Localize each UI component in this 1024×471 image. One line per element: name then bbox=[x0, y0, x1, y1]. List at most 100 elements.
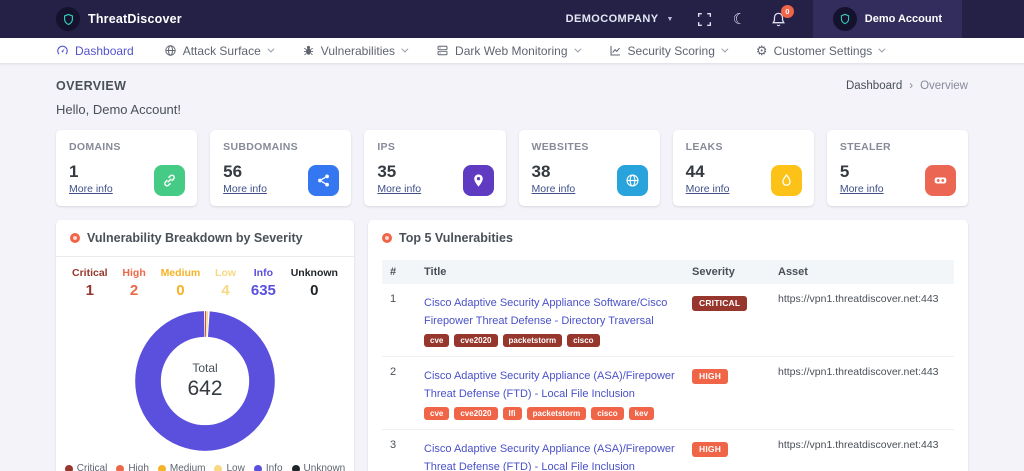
map-pin-icon bbox=[463, 165, 494, 196]
severity-stat-label: High bbox=[122, 267, 145, 279]
main-menu: Dashboard Attack Surface Vulnerabilities Da… bbox=[0, 38, 1024, 63]
severity-stat-value: 1 bbox=[72, 282, 108, 299]
account-menu[interactable]: Demo Account bbox=[813, 0, 962, 38]
page-title: OVERVIEW bbox=[56, 79, 126, 93]
legend-dot-icon bbox=[214, 465, 222, 471]
stat-card-websites: WEBSITES38More info bbox=[519, 130, 660, 206]
breadcrumb-overview: Overview bbox=[920, 80, 968, 92]
tag-badge: cve2020 bbox=[454, 407, 497, 420]
more-info-link[interactable]: More info bbox=[532, 183, 576, 195]
legend-item-unknown[interactable]: Unknown bbox=[292, 463, 346, 471]
menu-item-label: Vulnerabilities bbox=[321, 44, 395, 58]
severity-stat-high: High2 bbox=[122, 267, 145, 299]
chevron-down-icon bbox=[574, 46, 581, 53]
donut-total-label: Total bbox=[187, 361, 222, 375]
table-header-row: #TitleSeverityAsset bbox=[382, 260, 954, 284]
severity-stat-value: 4 bbox=[215, 282, 236, 299]
tag-badge: cve2020 bbox=[454, 334, 497, 347]
column-header-num: # bbox=[390, 266, 416, 278]
menu-item-security-scoring[interactable]: Security Scoring bbox=[609, 44, 726, 58]
more-info-link[interactable]: More info bbox=[377, 183, 421, 195]
menu-item-customer-settings[interactable]: ⚙ Customer Settings bbox=[756, 44, 883, 58]
more-info-link[interactable]: More info bbox=[840, 183, 884, 195]
tag-badge: packetstorm bbox=[527, 407, 587, 420]
mask-icon bbox=[925, 165, 956, 196]
chart-legend: Critical High Medium Low Info Unknown bbox=[56, 457, 354, 471]
table-row: 3 Cisco Adaptive Security Appliance (ASA)… bbox=[382, 430, 954, 471]
more-info-link[interactable]: More info bbox=[223, 183, 267, 195]
brand-shield-icon bbox=[56, 7, 80, 31]
more-info-link[interactable]: More info bbox=[686, 183, 730, 195]
severity-badge: HIGH bbox=[692, 442, 728, 457]
company-name: DEMOCOMPANY bbox=[566, 13, 659, 25]
stat-card-label: LEAKS bbox=[686, 141, 801, 153]
severity-stat-label: Unknown bbox=[291, 267, 338, 279]
moon-icon[interactable]: ☾ bbox=[733, 11, 750, 28]
donut-total-value: 642 bbox=[187, 377, 222, 401]
chevron-down-icon bbox=[401, 46, 408, 53]
breadcrumb-dashboard[interactable]: Dashboard bbox=[846, 80, 902, 92]
menu-item-vulnerabilities[interactable]: Vulnerabilities bbox=[302, 44, 406, 58]
severity-stat-label: Medium bbox=[161, 267, 201, 279]
menu-item-label: Security Scoring bbox=[628, 44, 715, 58]
stat-card-label: STEALER bbox=[840, 141, 955, 153]
severity-stat-critical: Critical 1 bbox=[72, 267, 108, 299]
menu-item-attack-surface[interactable]: Attack Surface bbox=[164, 44, 272, 58]
gauge-icon bbox=[56, 44, 69, 57]
top-vulnerabilities-card: Top 5 Vulnerabities #TitleSeverityAsset … bbox=[368, 220, 968, 471]
severity-badge: HIGH bbox=[692, 369, 728, 384]
legend-item-low[interactable]: Low bbox=[214, 463, 244, 471]
vuln-card-title: Top 5 Vulnerabities bbox=[399, 231, 513, 245]
vulnerability-title-link[interactable]: Cisco Adaptive Security Appliance (ASA)/… bbox=[424, 370, 675, 400]
server-icon bbox=[436, 44, 449, 57]
gear-icon: ⚙ bbox=[756, 44, 768, 57]
severity-donut-chart: Total 642 bbox=[56, 305, 354, 457]
sitemap-icon bbox=[308, 165, 339, 196]
brand[interactable]: ThreatDiscover bbox=[56, 7, 182, 31]
severity-breakdown-card: Vulnerability Breakdown by Severity Crit… bbox=[56, 220, 354, 471]
menu-item-dark-web-monitoring[interactable]: Dark Web Monitoring bbox=[436, 44, 579, 58]
legend-item-info[interactable]: Info bbox=[254, 463, 283, 471]
account-name: Demo Account bbox=[865, 13, 942, 25]
table-row: 1Cisco Adaptive Security Appliance Softw… bbox=[382, 284, 954, 357]
asset-text: https://vpn1.threatdiscover.net:443 bbox=[778, 366, 946, 378]
asset-text: https://vpn1.threatdiscover.net:443 bbox=[778, 439, 946, 451]
tag-badge: cisco bbox=[591, 407, 623, 420]
notification-badge: 0 bbox=[781, 5, 794, 18]
legend-item-critical[interactable]: Critical bbox=[65, 463, 108, 471]
severity-stat-unknown: Unknown0 bbox=[291, 267, 338, 299]
tag-badge: cisco bbox=[567, 334, 599, 347]
legend-label: Unknown bbox=[304, 463, 346, 471]
row-number: 3 bbox=[390, 439, 416, 451]
stat-cards-row: DOMAINS1More infoSUBDOMAINS56More infoIP… bbox=[56, 130, 968, 206]
avatar bbox=[833, 7, 857, 31]
menu-item-label: Attack Surface bbox=[183, 44, 261, 58]
legend-item-high[interactable]: High bbox=[116, 463, 149, 471]
greeting-text: Hello, Demo Account! bbox=[56, 102, 968, 117]
stat-card-label: WEBSITES bbox=[532, 141, 647, 153]
caret-down-icon: ▼ bbox=[666, 16, 673, 23]
menu-item-dashboard[interactable]: Dashboard bbox=[56, 44, 134, 58]
bell-icon[interactable]: 0 bbox=[770, 11, 787, 28]
legend-label: Low bbox=[226, 463, 244, 471]
menu-item-label: Customer Settings bbox=[774, 44, 873, 58]
fullscreen-icon[interactable] bbox=[696, 11, 713, 28]
severity-stat-label: Critical bbox=[72, 267, 108, 279]
stat-card-label: DOMAINS bbox=[69, 141, 184, 153]
bug-icon bbox=[70, 233, 80, 243]
more-info-link[interactable]: More info bbox=[69, 183, 113, 195]
legend-item-medium[interactable]: Medium bbox=[158, 463, 206, 471]
stat-card-ips: IPS35More info bbox=[364, 130, 505, 206]
vulnerability-title-link[interactable]: Cisco Adaptive Security Appliance (ASA)/… bbox=[424, 443, 675, 471]
vulnerability-title-link[interactable]: Cisco Adaptive Security Appliance Softwa… bbox=[424, 297, 667, 327]
severity-stat-value: 635 bbox=[251, 282, 276, 299]
legend-dot-icon bbox=[254, 465, 262, 471]
breadcrumb-separator-icon: › bbox=[909, 80, 913, 92]
legend-dot-icon bbox=[158, 465, 166, 471]
legend-label: Info bbox=[266, 463, 283, 471]
menu-item-label: Dashboard bbox=[75, 44, 134, 58]
severity-stats: Critical1High2Medium0Low4Info635Unknown0 bbox=[56, 257, 354, 301]
droplet-icon bbox=[771, 165, 802, 196]
severity-stat-medium: Medium0 bbox=[161, 267, 201, 299]
company-selector[interactable]: DEMOCOMPANY ▼ bbox=[566, 13, 674, 25]
